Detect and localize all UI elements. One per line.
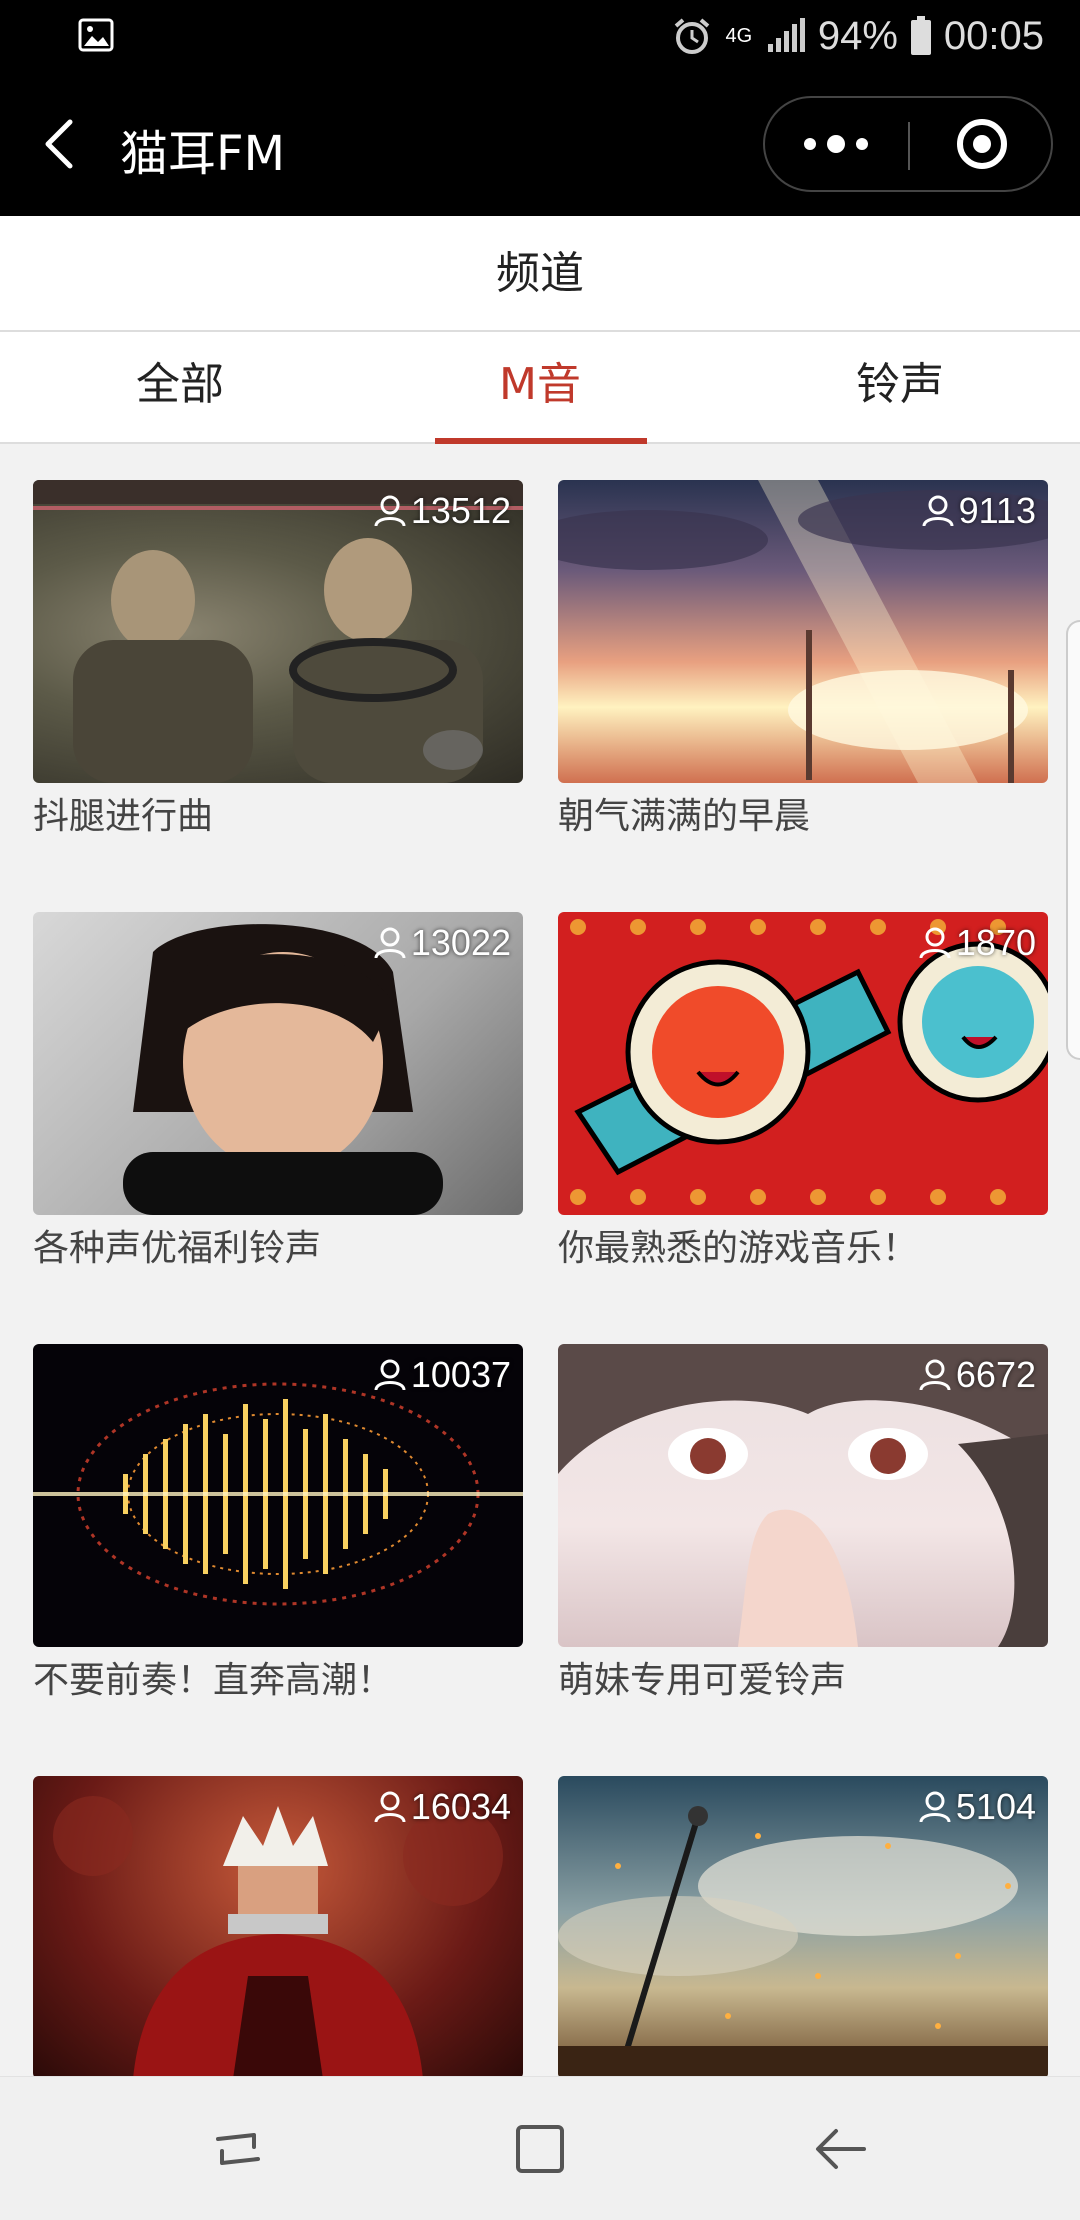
clock: 00:05: [943, 13, 1044, 58]
recent-apps-icon[interactable]: [206, 2117, 270, 2181]
listener-count: 6672: [918, 1354, 1036, 1396]
channel-card[interactable]: 5104: [558, 1776, 1048, 2076]
app-title: 猫耳FM: [120, 126, 286, 182]
page-title: 频道: [0, 216, 1080, 332]
channel-title: 你最熟悉的游戏音乐！: [558, 1228, 919, 1269]
channel-card[interactable]: 13512 抖腿进行曲: [33, 480, 523, 839]
channel-card[interactable]: 16034: [33, 1776, 523, 2076]
channel-thumbnail: 6672: [558, 1344, 1048, 1647]
user-icon: [919, 1791, 951, 1823]
channel-title: 朝气满满的早晨: [558, 796, 811, 837]
battery-icon: [910, 16, 931, 55]
user-icon: [374, 495, 406, 527]
channel-card[interactable]: 1870 你最熟悉的游戏音乐！: [558, 912, 1048, 1271]
listener-count-value: 9113: [958, 490, 1036, 531]
channel-title: 抖腿进行曲: [33, 796, 214, 837]
listener-count-value: 13512: [410, 490, 511, 531]
channel-thumbnail: 5104: [558, 1776, 1048, 2076]
user-icon: [374, 927, 406, 959]
channel-grid: 13512 抖腿进行曲 9113 朝气满满的早晨 13022 各种声优福利铃声 …: [0, 446, 1080, 2076]
alarm-icon: [674, 18, 710, 54]
channel-card[interactable]: 6672 萌妹专用可爱铃声: [558, 1344, 1048, 1703]
listener-count: 10037: [373, 1354, 511, 1396]
tab-bar: 全部 M音 铃声: [0, 332, 1080, 444]
back-icon[interactable]: [810, 2117, 874, 2181]
scroll-handle[interactable]: [1066, 620, 1080, 1060]
home-icon[interactable]: [508, 2117, 572, 2181]
listener-count: 16034: [373, 1786, 511, 1828]
user-icon: [919, 927, 951, 959]
listener-count-value: 10037: [410, 1354, 511, 1395]
channel-thumbnail: 9113: [558, 480, 1048, 783]
title-bar: 猫耳FM: [0, 72, 1080, 216]
system-nav-bar: [0, 2076, 1080, 2220]
listener-count: 13512: [373, 490, 511, 532]
channel-thumbnail: 13022: [33, 912, 523, 1215]
listener-count-value: 5104: [955, 1786, 1036, 1827]
user-icon: [922, 495, 954, 527]
channel-card[interactable]: 10037 不要前奏！直奔高潮！: [33, 1344, 523, 1703]
tab-ringtone[interactable]: 铃声: [720, 332, 1080, 444]
network-type: 4G: [725, 25, 753, 47]
listener-count-value: 1870: [955, 922, 1036, 963]
signal-icon: [767, 18, 805, 52]
more-dots-icon[interactable]: [765, 98, 908, 190]
user-icon: [919, 1359, 951, 1391]
listener-count: 9113: [921, 490, 1036, 532]
channel-thumbnail: 16034: [33, 1776, 523, 2076]
battery-percent: 94%: [817, 13, 898, 58]
listener-count: 13022: [373, 922, 511, 964]
channel-card[interactable]: 13022 各种声优福利铃声: [33, 912, 523, 1271]
gallery-icon: [78, 18, 114, 52]
listener-count: 1870: [918, 922, 1036, 964]
tab-all[interactable]: 全部: [0, 332, 360, 444]
channel-thumbnail: 10037: [33, 1344, 523, 1647]
mini-program-capsule: [763, 96, 1053, 192]
tab-m-sound[interactable]: M音: [360, 332, 720, 444]
listener-count-value: 13022: [410, 922, 511, 963]
channel-title: 不要前奏！直奔高潮！: [33, 1660, 394, 1701]
channel-card[interactable]: 9113 朝气满满的早晨: [558, 480, 1048, 839]
listener-count-value: 6672: [955, 1354, 1036, 1395]
channel-title: 各种声优福利铃声: [33, 1228, 322, 1269]
channel-thumbnail: 1870: [558, 912, 1048, 1215]
user-icon: [374, 1359, 406, 1391]
close-target-icon[interactable]: [910, 98, 1053, 190]
user-icon: [374, 1791, 406, 1823]
back-arrow-icon[interactable]: [36, 112, 80, 176]
listener-count-value: 16034: [410, 1786, 511, 1827]
channel-title: 萌妹专用可爱铃声: [558, 1660, 847, 1701]
active-tab-indicator: [435, 438, 647, 444]
status-bar: 4G 94% 00:05: [0, 0, 1080, 72]
channel-thumbnail: 13512: [33, 480, 523, 783]
listener-count: 5104: [918, 1786, 1036, 1828]
